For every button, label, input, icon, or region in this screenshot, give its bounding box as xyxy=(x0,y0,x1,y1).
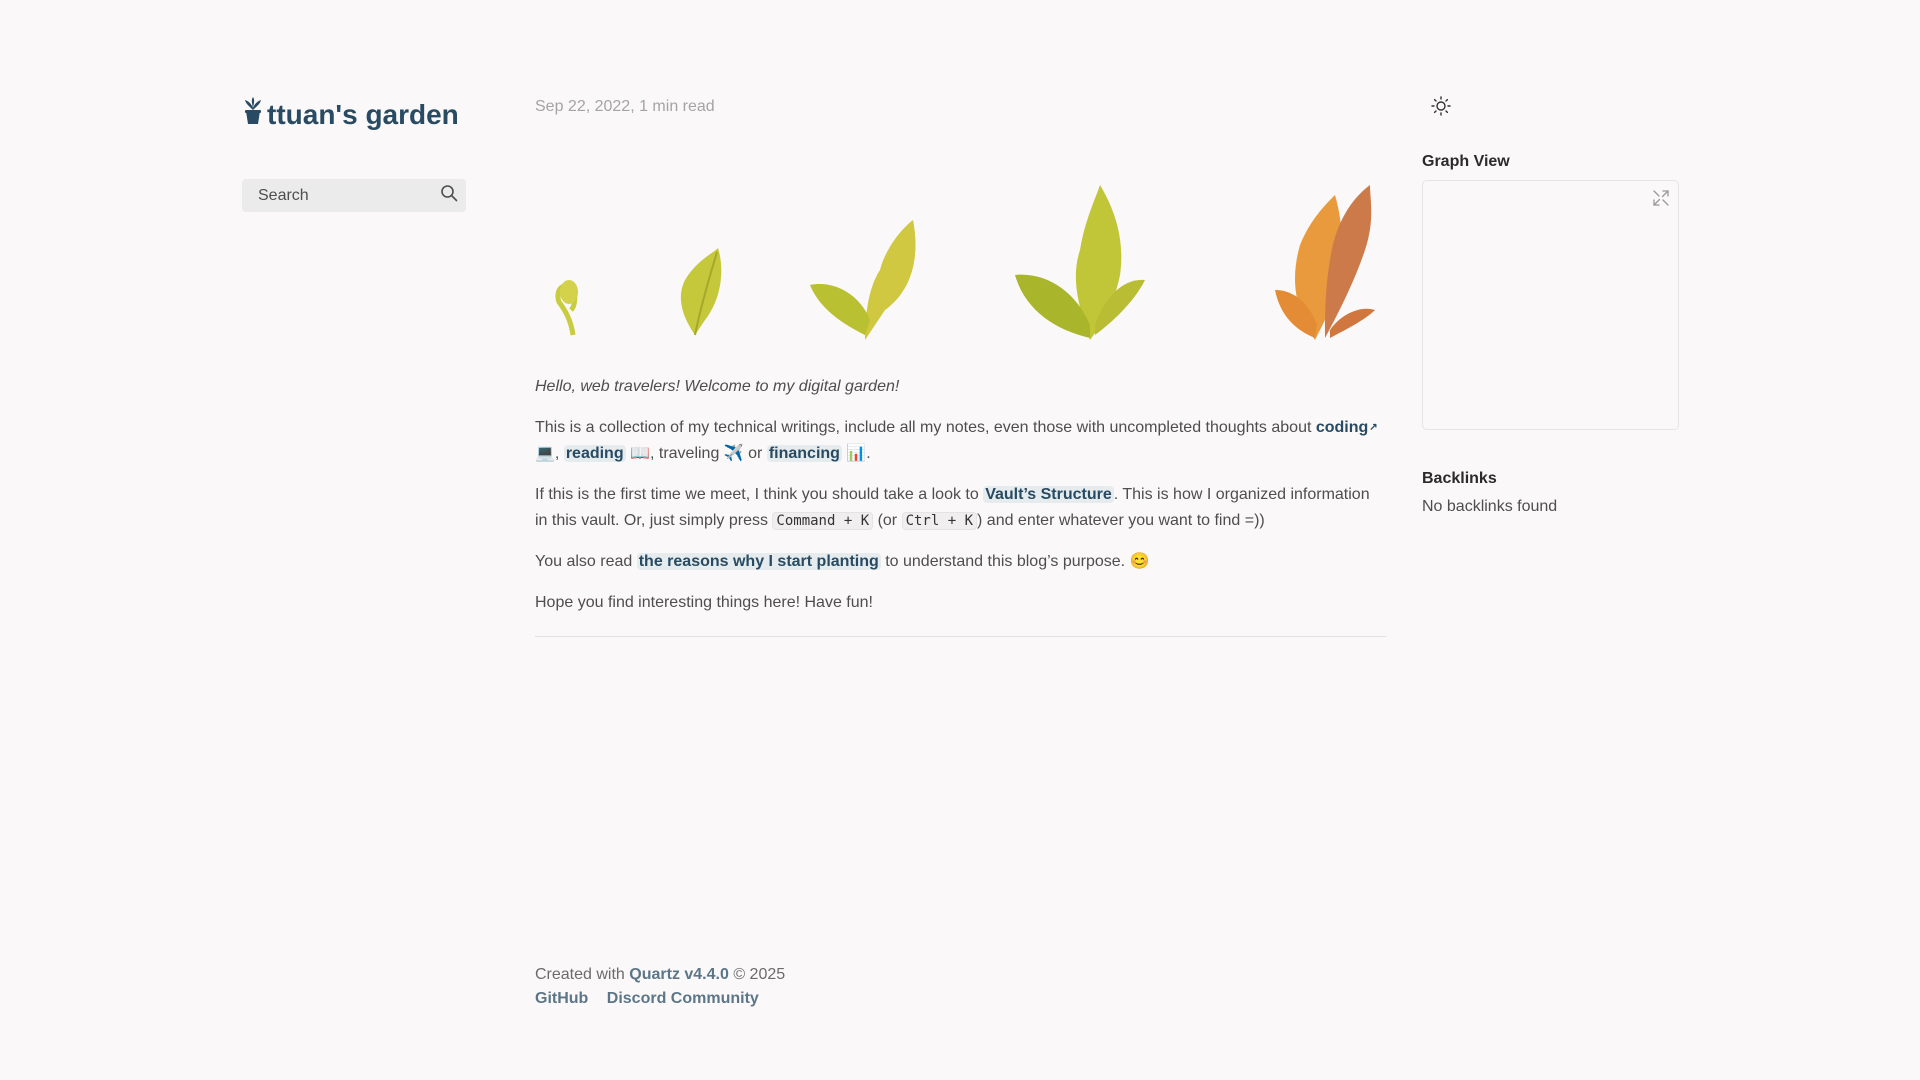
site-title-text: ttuan's garden xyxy=(267,98,459,130)
reading-link[interactable]: reading xyxy=(563,445,626,462)
plant-growth-illustration xyxy=(535,160,1386,340)
sun-icon[interactable] xyxy=(1431,96,1451,116)
external-link-icon: ↗ xyxy=(1369,422,1378,433)
reasons-link[interactable]: the reasons why I start planting xyxy=(636,553,881,570)
command-k-code: Command + K xyxy=(772,512,874,530)
potted-plant-icon xyxy=(242,96,264,133)
footer: Created with Quartz v4.4.0 © 2025 GitHub… xyxy=(535,966,785,1008)
expand-icon[interactable] xyxy=(1652,189,1670,207)
paragraph-3: You also read the reasons why I start pl… xyxy=(535,553,1150,570)
financing-link[interactable]: financing xyxy=(766,445,842,462)
paragraph-2: If this is the first time we meet, I thi… xyxy=(535,486,1370,530)
graph-view-title: Graph View xyxy=(1422,153,1510,170)
footer-credit: Created with Quartz v4.4.0 © 2025 xyxy=(535,966,786,983)
search-placeholder: Search xyxy=(258,186,309,204)
main-content: Sep 22, 2022, 1 min read Hello, web trav… xyxy=(535,98,1386,637)
article-body: Hello, web travelers! Welcome to my digi… xyxy=(535,374,1386,616)
vault-structure-link[interactable]: Vault’s Structure xyxy=(983,486,1114,503)
article-meta: Sep 22, 2022, 1 min read xyxy=(535,98,715,115)
paragraph-4: Hope you find interesting things here! H… xyxy=(535,594,873,611)
intro-paragraph: Hello, web travelers! Welcome to my digi… xyxy=(535,378,900,395)
github-link[interactable]: GitHub xyxy=(535,990,588,1007)
discord-community-link[interactable]: Discord Community xyxy=(607,990,759,1007)
right-sidebar: Graph View Backlinks No backlinks found xyxy=(1422,96,1679,516)
coding-link[interactable]: coding↗ xyxy=(1316,419,1378,436)
search-icon xyxy=(440,184,458,207)
ctrl-k-code: Ctrl + K xyxy=(901,512,978,530)
footer-links: GitHub Discord Community xyxy=(535,990,785,1008)
backlinks-empty-text: No backlinks found xyxy=(1422,498,1558,515)
paragraph-1: This is a collection of my technical wri… xyxy=(535,419,1378,462)
content-divider xyxy=(535,636,1386,637)
backlinks-title: Backlinks xyxy=(1422,470,1497,487)
left-sidebar: ttuan's garden Search xyxy=(242,96,466,212)
search-button[interactable]: Search xyxy=(242,179,466,212)
graph-view-canvas[interactable] xyxy=(1422,180,1679,430)
site-title-link[interactable]: ttuan's garden xyxy=(242,96,466,133)
quartz-link[interactable]: Quartz v4.4.0 xyxy=(629,966,729,983)
